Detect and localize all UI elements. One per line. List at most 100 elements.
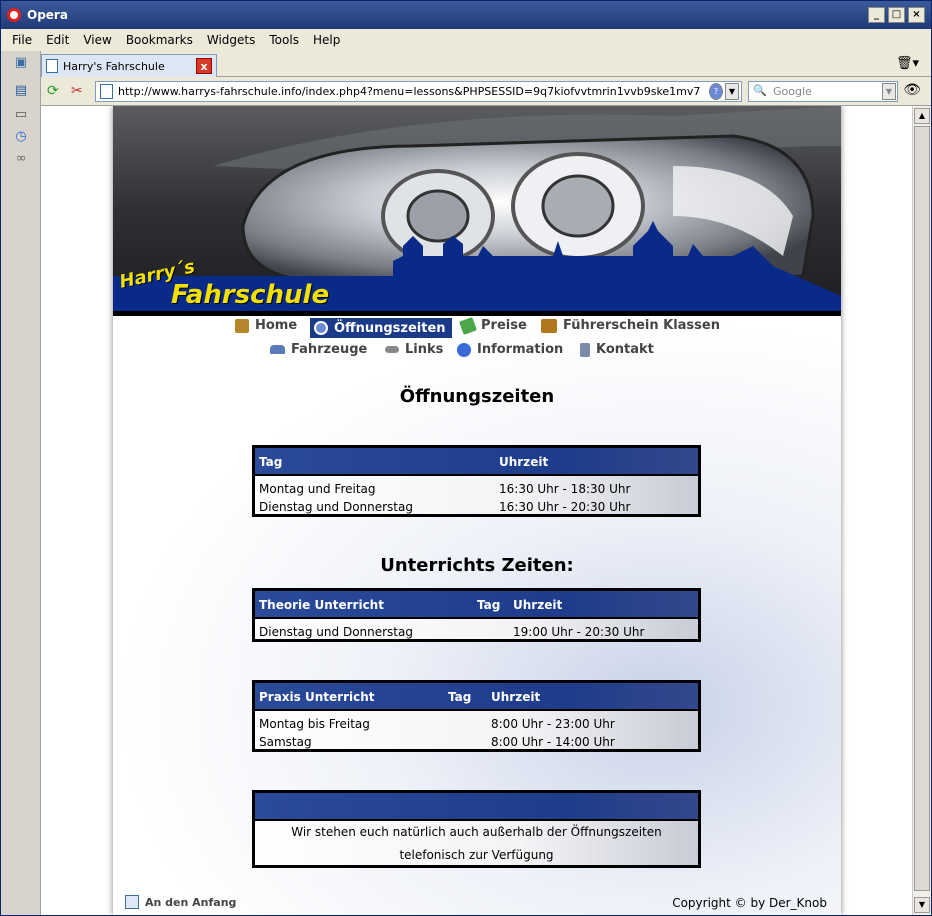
cell-day: Montag bis Freitag <box>259 717 370 731</box>
page-title: Öffnungszeiten <box>399 386 555 407</box>
search-placeholder: Google <box>773 85 812 98</box>
menu-edit[interactable]: Edit <box>39 33 76 47</box>
title-bar: Opera _ □ × <box>1 1 931 29</box>
close-tab-button[interactable]: x <box>196 58 212 74</box>
notice-box: Wir stehen euch natürlich auch außerhalb… <box>252 790 701 868</box>
info-icon[interactable]: ? <box>709 83 723 100</box>
tab-title: Harry's Fahrschule <box>63 59 165 73</box>
table-header: Theorie Unterricht Tag Uhrzeit <box>255 591 698 619</box>
new-page-icon[interactable]: ▣ <box>13 55 29 71</box>
url-input[interactable]: http://www.harrys-fahrschule.info/index.… <box>95 81 742 102</box>
nav-preise[interactable]: Preise <box>459 316 527 335</box>
menu-widgets[interactable]: Widgets <box>200 33 263 47</box>
page-viewport: Harry´s Fahrschule Home Öffnungszeiten P… <box>41 106 912 915</box>
copyright: Copyright © by Der_Knob <box>672 896 827 910</box>
cell-time: 19:00 Uhr - 20:30 Uhr <box>513 625 645 639</box>
nav-information-label: Information <box>477 342 564 357</box>
arrow-up-icon <box>125 895 139 909</box>
minimize-button[interactable]: _ <box>868 7 885 23</box>
table-header: Praxis Unterricht Tag Uhrzeit <box>255 683 698 711</box>
cell-day: Dienstag und Donnerstag <box>259 500 413 514</box>
col-theorie: Theorie Unterricht <box>259 598 384 612</box>
col-tag: Tag <box>448 690 472 704</box>
table-row: Dienstag und Donnerstag 16:30 Uhr - 20:3… <box>255 498 698 516</box>
nav-kontakt[interactable]: Kontakt <box>580 342 654 357</box>
cell-day: Samstag <box>259 735 312 749</box>
main-navigation: Home Öffnungszeiten Preise Führerschein … <box>113 316 841 366</box>
search-input[interactable]: 🔍 Google ▼ <box>748 81 898 102</box>
table-header: Tag Uhrzeit <box>255 448 698 476</box>
printer-icon[interactable]: ▭ <box>13 107 29 123</box>
nav-oeffnungszeiten[interactable]: Öffnungszeiten <box>310 318 452 338</box>
search-engine-dropdown[interactable]: ▼ <box>882 83 896 100</box>
col-tag: Tag <box>477 598 501 612</box>
col-uhrzeit: Uhrzeit <box>513 598 563 612</box>
menu-view[interactable]: View <box>76 33 118 47</box>
back-to-top-label: An den Anfang <box>145 895 237 909</box>
table-header <box>255 793 698 821</box>
notice-line-1: Wir stehen euch natürlich auch außerhalb… <box>291 825 662 839</box>
nav-home-label: Home <box>255 318 298 333</box>
search-icon: 🔍 <box>753 84 767 97</box>
close-window-button[interactable]: × <box>908 7 925 23</box>
bookmarks-panel-icon[interactable]: ▤ <box>13 83 29 99</box>
nav-fahrzeuge-label: Fahrzeuge <box>291 342 368 357</box>
table-row: Montag bis Freitag 8:00 Uhr - 23:00 Uhr <box>255 715 698 733</box>
browser-window: Opera _ □ × File Edit View Bookmarks Wid… <box>0 0 932 916</box>
nav-links[interactable]: Links <box>385 342 443 357</box>
tab-harrys-fahrschule[interactable]: Harry's Fahrschule x <box>41 54 217 77</box>
url-dropdown-button[interactable]: ▼ <box>725 83 739 100</box>
practical-lessons-table: Praxis Unterricht Tag Uhrzeit Montag bis… <box>252 680 701 752</box>
logo-fahrschule: Fahrschule <box>171 280 330 310</box>
reload-icon[interactable]: ⟳ <box>47 83 59 99</box>
menu-file[interactable]: File <box>5 33 39 47</box>
side-panel-bar: ▣ ▤ ▭ ◷ ∞ <box>1 51 41 915</box>
col-uhrzeit: Uhrzeit <box>499 455 549 469</box>
phone-icon <box>580 342 590 357</box>
col-praxis: Praxis Unterricht <box>259 690 375 704</box>
edit-site-prefs-icon[interactable]: ✂ <box>71 83 83 99</box>
table-row: Dienstag und Donnerstag 19:00 Uhr - 20:3… <box>255 623 698 641</box>
page-icon <box>100 84 113 99</box>
nav-links-label: Links <box>405 342 444 357</box>
links-panel-icon[interactable]: ∞ <box>13 151 29 167</box>
view-eye-icon[interactable]: 👁 <box>903 82 921 98</box>
cell-time: 16:30 Uhr - 18:30 Uhr <box>499 482 631 496</box>
nav-oeffnungszeiten-label: Öffnungszeiten <box>334 320 446 336</box>
menu-bookmarks[interactable]: Bookmarks <box>119 33 200 47</box>
col-uhrzeit: Uhrzeit <box>491 690 541 704</box>
history-clock-icon[interactable]: ◷ <box>13 129 29 145</box>
table-row: Samstag 8:00 Uhr - 14:00 Uhr <box>255 733 698 751</box>
truck-icon <box>541 318 557 333</box>
vertical-scrollbar[interactable]: ▲ ▼ <box>912 106 931 915</box>
cell-time: 8:00 Uhr - 23:00 Uhr <box>491 717 615 731</box>
window-title: Opera <box>27 8 68 22</box>
nav-fahrzeuge[interactable]: Fahrzeuge <box>270 342 367 357</box>
cell-time: 8:00 Uhr - 14:00 Uhr <box>491 735 615 749</box>
cell-time: 16:30 Uhr - 20:30 Uhr <box>499 500 631 514</box>
theory-lessons-table: Theorie Unterricht Tag Uhrzeit Dienstag … <box>252 588 701 642</box>
header-banner: Harry´s Fahrschule <box>113 106 841 316</box>
nav-home[interactable]: Home <box>235 318 297 333</box>
nav-fuehrerschein-klassen[interactable]: Führerschein Klassen <box>541 318 720 333</box>
url-text: http://www.harrys-fahrschule.info/index.… <box>118 85 701 98</box>
tab-bar: Harry's Fahrschule x 🗑▾ <box>41 51 931 77</box>
table-row: Montag und Freitag 16:30 Uhr - 18:30 Uhr <box>255 480 698 498</box>
nav-kontakt-label: Kontakt <box>596 342 654 357</box>
nav-information[interactable]: Information <box>457 342 563 357</box>
section-title-lessons: Unterrichts Zeiten: <box>380 555 574 576</box>
opening-hours-table: Tag Uhrzeit Montag und Freitag 16:30 Uhr… <box>252 445 701 517</box>
maximize-button[interactable]: □ <box>888 7 905 23</box>
back-to-top-link[interactable]: An den Anfang <box>125 895 236 909</box>
menu-bar: File Edit View Bookmarks Widgets Tools H… <box>1 29 931 51</box>
trash-icon[interactable]: 🗑▾ <box>896 56 919 71</box>
menu-tools[interactable]: Tools <box>262 33 306 47</box>
page-icon <box>46 59 58 73</box>
scroll-thumb[interactable] <box>914 126 930 891</box>
scroll-up-button[interactable]: ▲ <box>914 108 930 124</box>
nav-fuehrerschein-klassen-label: Führerschein Klassen <box>563 318 720 333</box>
menu-help[interactable]: Help <box>306 33 347 47</box>
book-icon <box>235 318 249 333</box>
scroll-down-button[interactable]: ▼ <box>914 897 930 913</box>
info-icon <box>457 342 471 357</box>
